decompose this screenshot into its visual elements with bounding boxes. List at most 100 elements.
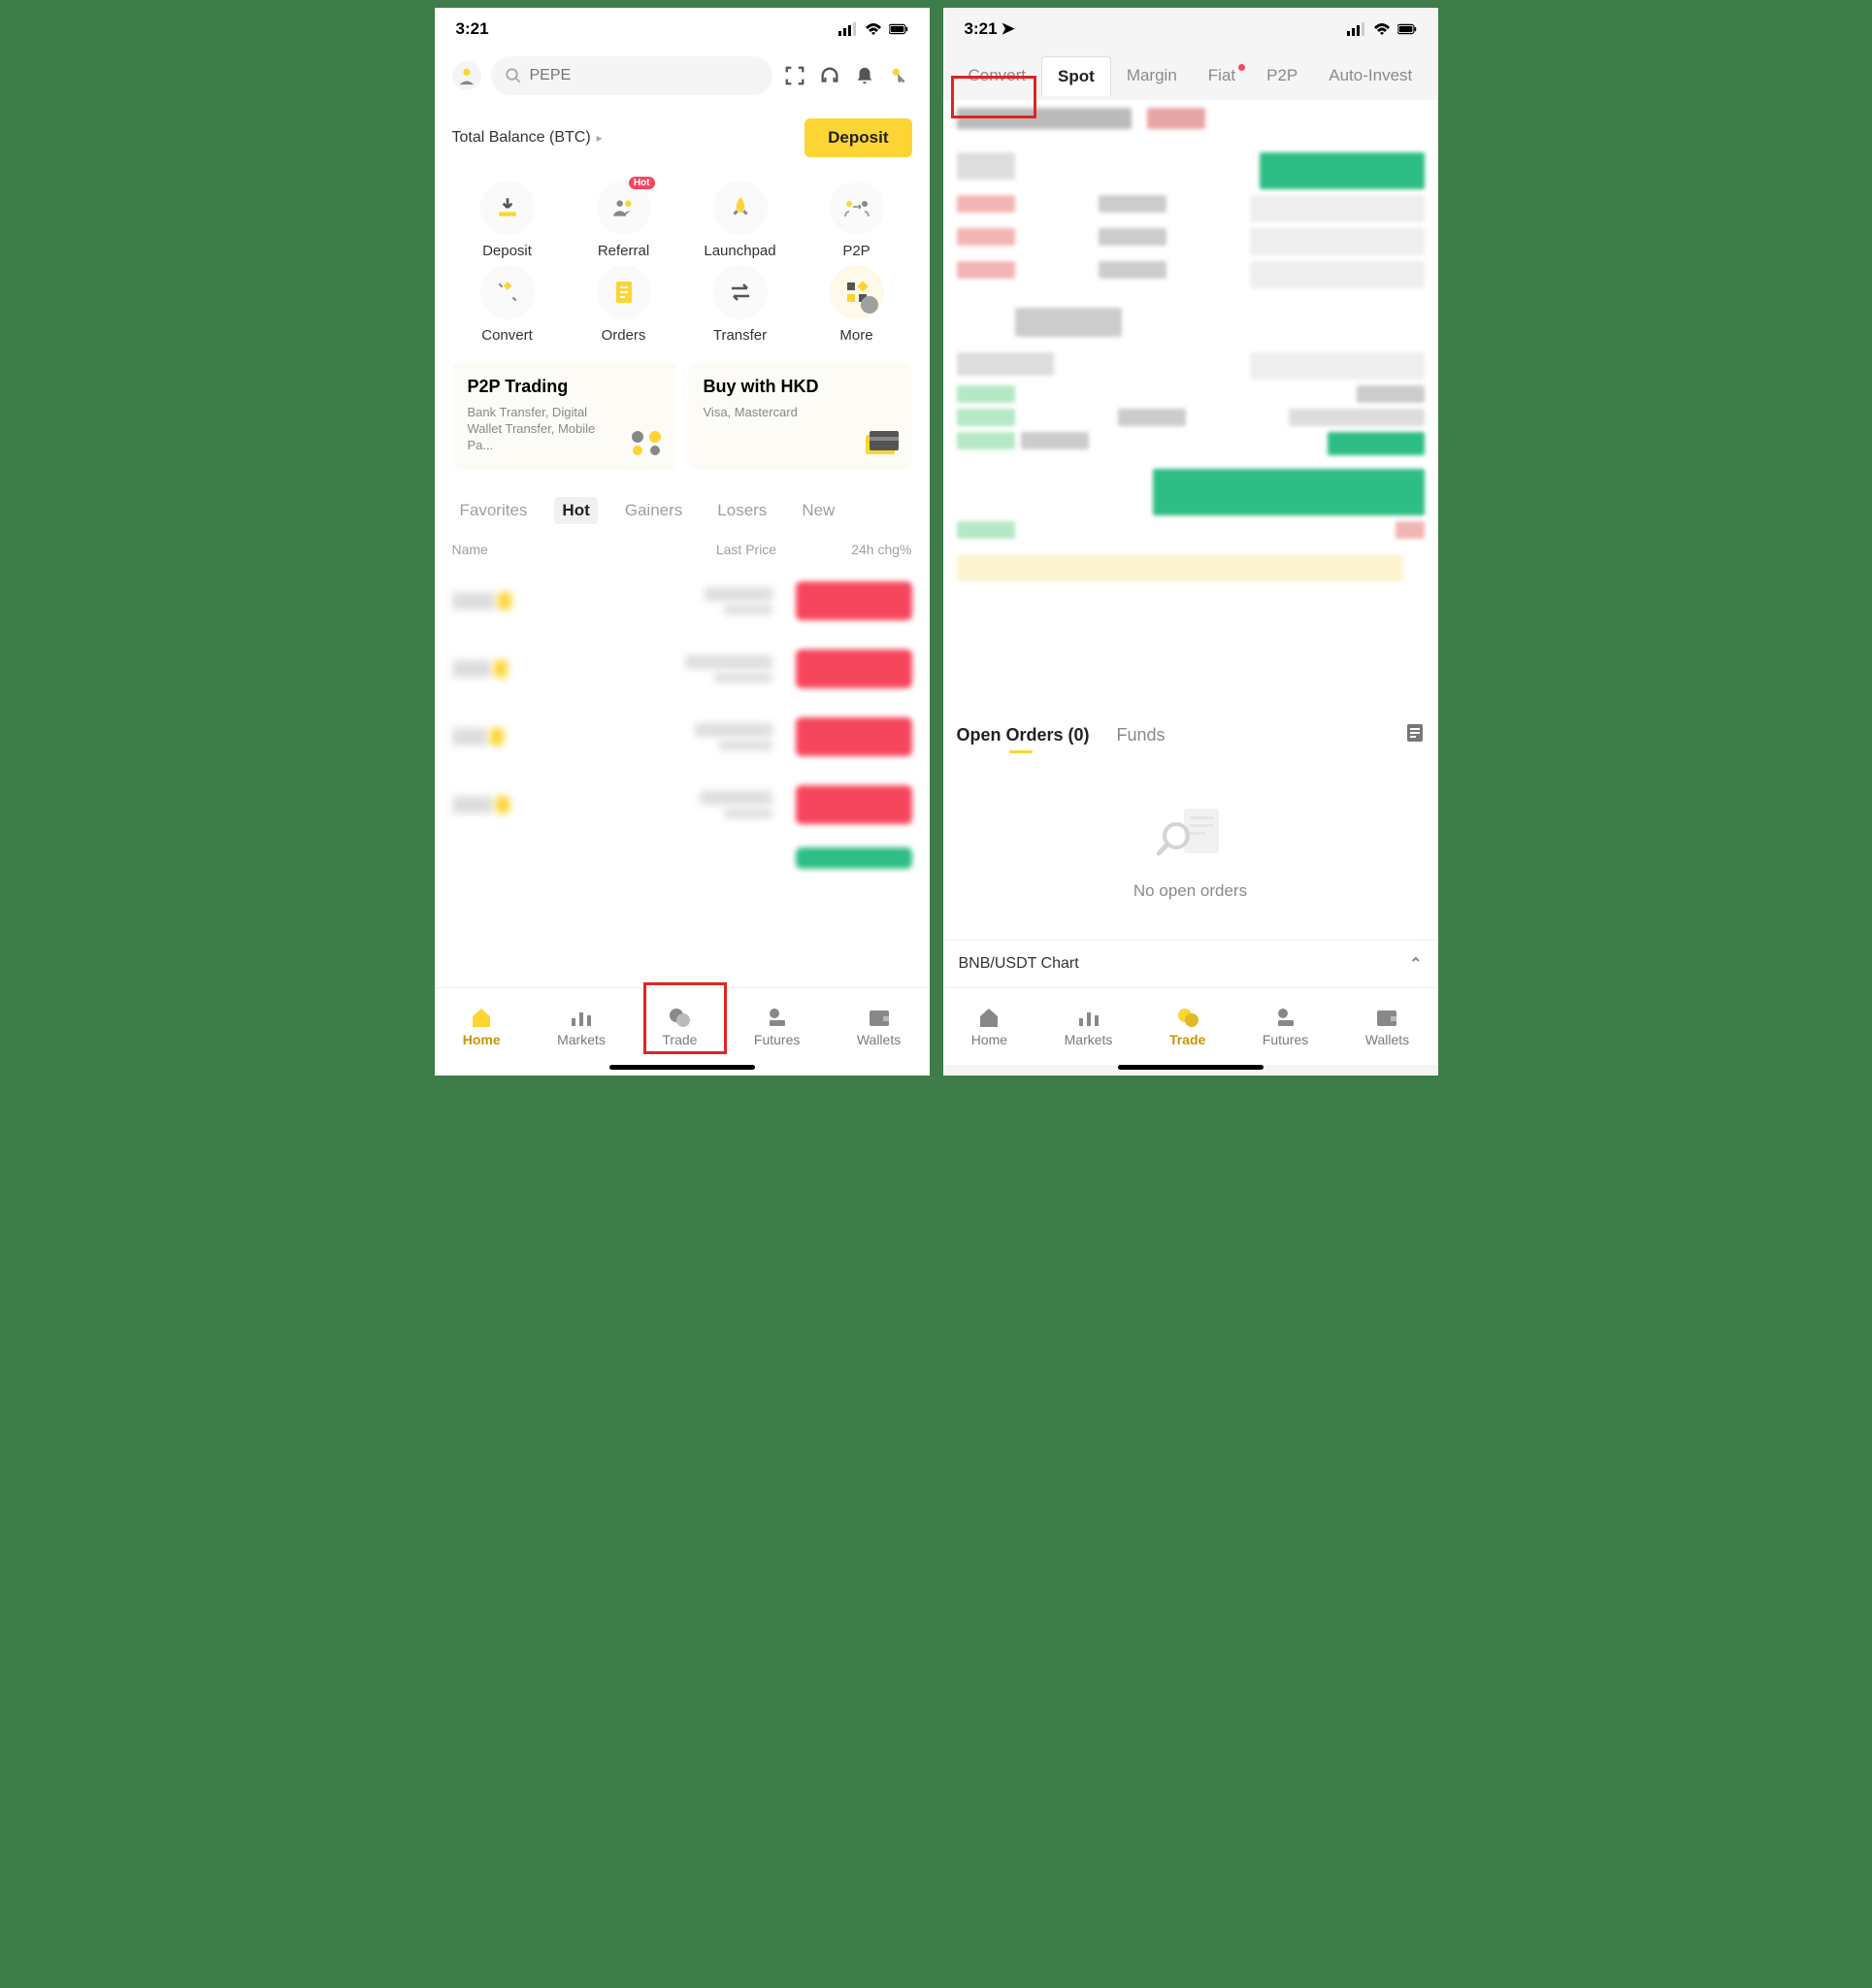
no-orders-empty-state: No open orders <box>943 754 1438 940</box>
tab-new[interactable]: New <box>794 497 842 524</box>
promo-row: P2P Trading Bank Transfer, Digital Walle… <box>435 344 930 480</box>
location-icon: ➤ <box>1002 19 1015 38</box>
status-icons <box>1347 22 1417 36</box>
wallet-icon <box>868 1007 891 1028</box>
status-icons <box>838 22 908 36</box>
orders-tabs: Open Orders (0) Funds <box>943 705 1438 754</box>
quick-referral[interactable]: Hot Referral <box>569 181 679 259</box>
nav-trade[interactable]: Trade <box>1169 1007 1205 1047</box>
tab-losers[interactable]: Losers <box>709 497 774 524</box>
market-row[interactable] <box>452 771 912 839</box>
search-box[interactable] <box>491 56 772 95</box>
wallet-icon <box>1375 1007 1398 1028</box>
deposit-button[interactable]: Deposit <box>805 118 911 157</box>
nav-markets[interactable]: Markets <box>557 1007 606 1047</box>
scan-icon[interactable] <box>782 63 807 88</box>
notification-icon[interactable] <box>852 63 877 88</box>
p2p-icon <box>843 197 870 218</box>
promo-buy-hkd[interactable]: Buy with HKD Visa, Mastercard <box>688 361 912 470</box>
home-indicator <box>1118 1065 1264 1070</box>
quick-more[interactable]: More <box>802 265 912 344</box>
hot-badge: Hot <box>629 177 655 189</box>
home-icon <box>470 1007 493 1028</box>
support-icon[interactable] <box>817 63 842 88</box>
market-list-header: Name Last Price 24h chg% <box>435 532 930 567</box>
tab-funds[interactable]: Funds <box>1117 725 1166 746</box>
nav-wallets[interactable]: Wallets <box>1365 1007 1409 1047</box>
orders-history-icon[interactable] <box>1405 722 1425 748</box>
trade-tab-p2p[interactable]: P2P <box>1251 56 1313 96</box>
home-indicator <box>609 1065 755 1070</box>
nav-trade[interactable]: Trade <box>662 1007 697 1047</box>
wallet-key-icon[interactable] <box>887 63 912 88</box>
balance-row: Total Balance (BTC) ▸ Deposit <box>435 105 930 171</box>
nav-futures[interactable]: Futures <box>1263 1007 1308 1047</box>
search-input[interactable] <box>530 67 759 84</box>
market-row[interactable] <box>452 567 912 635</box>
tab-gainers[interactable]: Gainers <box>617 497 691 524</box>
orders-icon <box>612 280 636 305</box>
bottom-nav: Home Markets Trade Futures Wallets <box>435 987 930 1065</box>
status-bar: 3:21 <box>435 8 930 50</box>
futures-icon <box>1274 1007 1297 1028</box>
people-icon <box>611 195 637 220</box>
tab-hot[interactable]: Hot <box>554 497 597 524</box>
card-promo-icon <box>864 427 901 458</box>
trade-tab-spot[interactable]: Spot <box>1041 56 1111 96</box>
edit-pencil-icon <box>861 296 878 314</box>
p2p-promo-icon <box>628 427 665 458</box>
market-row[interactable] <box>452 703 912 771</box>
chart-expand-row[interactable]: BNB/USDT Chart ⌃ <box>943 940 1438 987</box>
market-list[interactable] <box>435 567 930 987</box>
promo-p2p-trading[interactable]: P2P Trading Bank Transfer, Digital Walle… <box>452 361 676 470</box>
quick-actions-grid: Deposit Hot Referral Launchpad P2P Conve… <box>435 171 930 344</box>
wifi-icon <box>1372 22 1392 36</box>
convert-icon <box>495 280 520 305</box>
search-icon <box>505 67 522 84</box>
battery-icon <box>889 22 908 36</box>
trade-icon <box>1176 1007 1199 1028</box>
quick-orders[interactable]: Orders <box>569 265 679 344</box>
futures-icon <box>766 1007 789 1028</box>
phone-left-home: 3:21 Total Balance (BTC) ▸ <box>435 8 930 1076</box>
avatar-icon[interactable] <box>452 61 481 90</box>
nav-futures[interactable]: Futures <box>754 1007 800 1047</box>
cellular-icon <box>1347 22 1366 36</box>
rocket-icon <box>728 195 753 220</box>
quick-transfer[interactable]: Transfer <box>685 265 796 344</box>
market-tabs: Favorites Hot Gainers Losers New <box>435 480 930 532</box>
tab-favorites[interactable]: Favorites <box>452 497 536 524</box>
nav-wallets[interactable]: Wallets <box>857 1007 901 1047</box>
trade-tab-margin[interactable]: Margin <box>1111 56 1193 96</box>
header-row <box>435 50 930 105</box>
market-row[interactable] <box>452 839 912 878</box>
balance-label[interactable]: Total Balance (BTC) ▸ <box>452 129 603 147</box>
quick-launchpad[interactable]: Launchpad <box>685 181 796 259</box>
chevron-right-icon: ▸ <box>597 131 603 145</box>
status-bar: 3:21➤ <box>943 8 1438 50</box>
markets-icon <box>1077 1007 1100 1028</box>
quick-p2p[interactable]: P2P <box>802 181 912 259</box>
quick-convert[interactable]: Convert <box>452 265 563 344</box>
bottom-nav: Home Markets Trade Futures Wallets <box>943 987 1438 1065</box>
trade-tab-auto-invest[interactable]: Auto-Invest <box>1313 56 1428 96</box>
trade-type-tabs: Convert Spot Margin Fiat P2P Auto-Invest <box>943 56 1438 96</box>
phone-right-trade: 3:21➤ Convert Spot Margin Fiat P2P Auto-… <box>943 8 1438 1076</box>
trade-tab-convert[interactable]: Convert <box>953 56 1042 96</box>
trade-body-blurred <box>943 100 1438 705</box>
transfer-icon <box>728 282 753 303</box>
nav-markets[interactable]: Markets <box>1065 1007 1113 1047</box>
trade-tab-fiat[interactable]: Fiat <box>1193 56 1251 96</box>
cellular-icon <box>838 22 858 36</box>
chevron-up-icon: ⌃ <box>1409 954 1422 974</box>
quick-deposit[interactable]: Deposit <box>452 181 563 259</box>
trade-icon <box>668 1007 691 1028</box>
nav-home[interactable]: Home <box>971 1007 1007 1047</box>
tab-open-orders[interactable]: Open Orders (0) <box>957 725 1090 746</box>
home-icon <box>977 1007 1001 1028</box>
markets-icon <box>570 1007 593 1028</box>
nav-home[interactable]: Home <box>463 1007 501 1047</box>
wifi-icon <box>864 22 883 36</box>
dot-indicator <box>1238 64 1245 71</box>
market-row[interactable] <box>452 635 912 703</box>
